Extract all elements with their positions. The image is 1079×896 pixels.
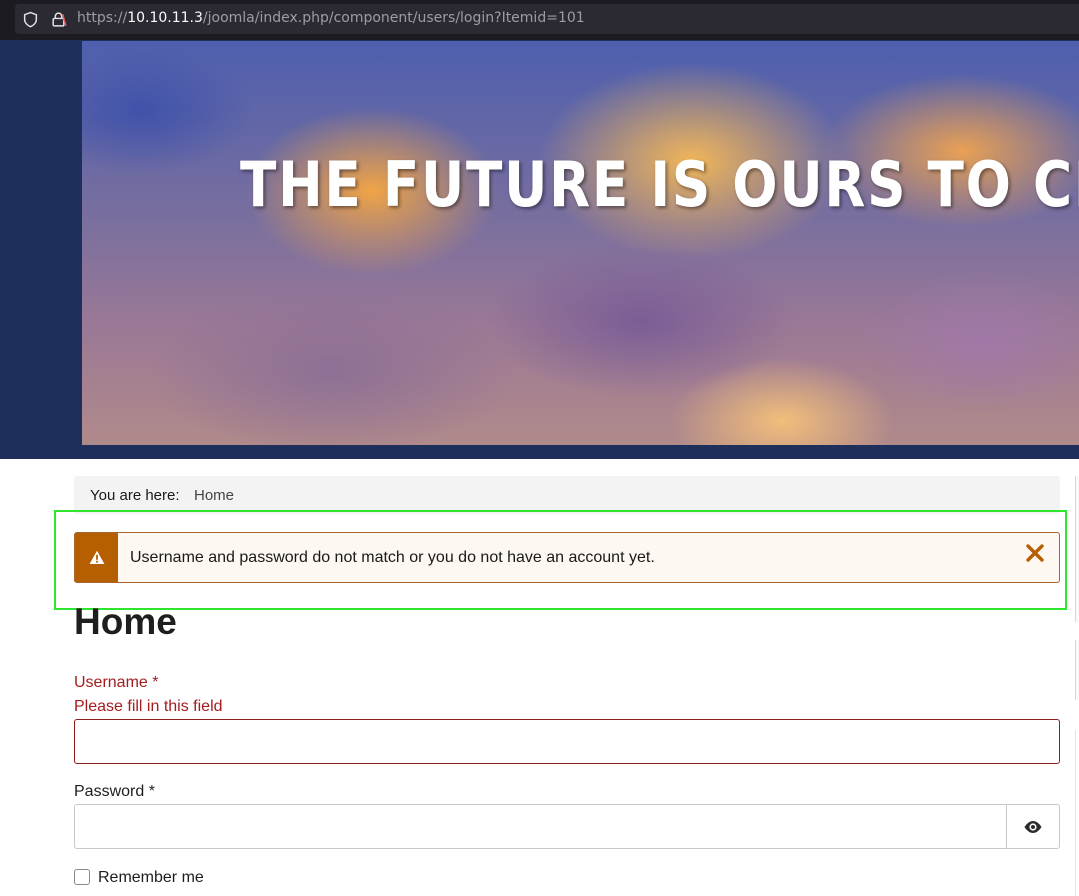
sidebar-edge — [1075, 476, 1079, 622]
breadcrumb: You are here: Home — [74, 476, 1060, 514]
show-password-button[interactable] — [1006, 804, 1060, 849]
breadcrumb-home: Home — [194, 487, 235, 504]
password-label: Password * — [74, 783, 155, 800]
banner-image — [82, 41, 1079, 445]
page-title: Home — [74, 601, 177, 642]
remember-me-checkbox[interactable] — [74, 869, 90, 885]
password-input[interactable] — [74, 804, 1007, 849]
eye-icon — [1024, 820, 1042, 833]
banner: THE FUTURE IS OURS TO CRE — [0, 0, 1079, 459]
sidebar-edge — [1075, 640, 1079, 700]
sidebar-edge — [1075, 730, 1079, 896]
highlight-box — [54, 510, 1067, 610]
username-input[interactable] — [74, 719, 1060, 764]
username-error: Please fill in this field — [74, 698, 223, 715]
remember-me-label[interactable]: Remember me — [98, 869, 204, 887]
username-label: Username * — [74, 674, 159, 691]
breadcrumb-label: You are here: — [90, 487, 180, 504]
banner-slogan: THE FUTURE IS OURS TO CRE — [240, 148, 1079, 221]
